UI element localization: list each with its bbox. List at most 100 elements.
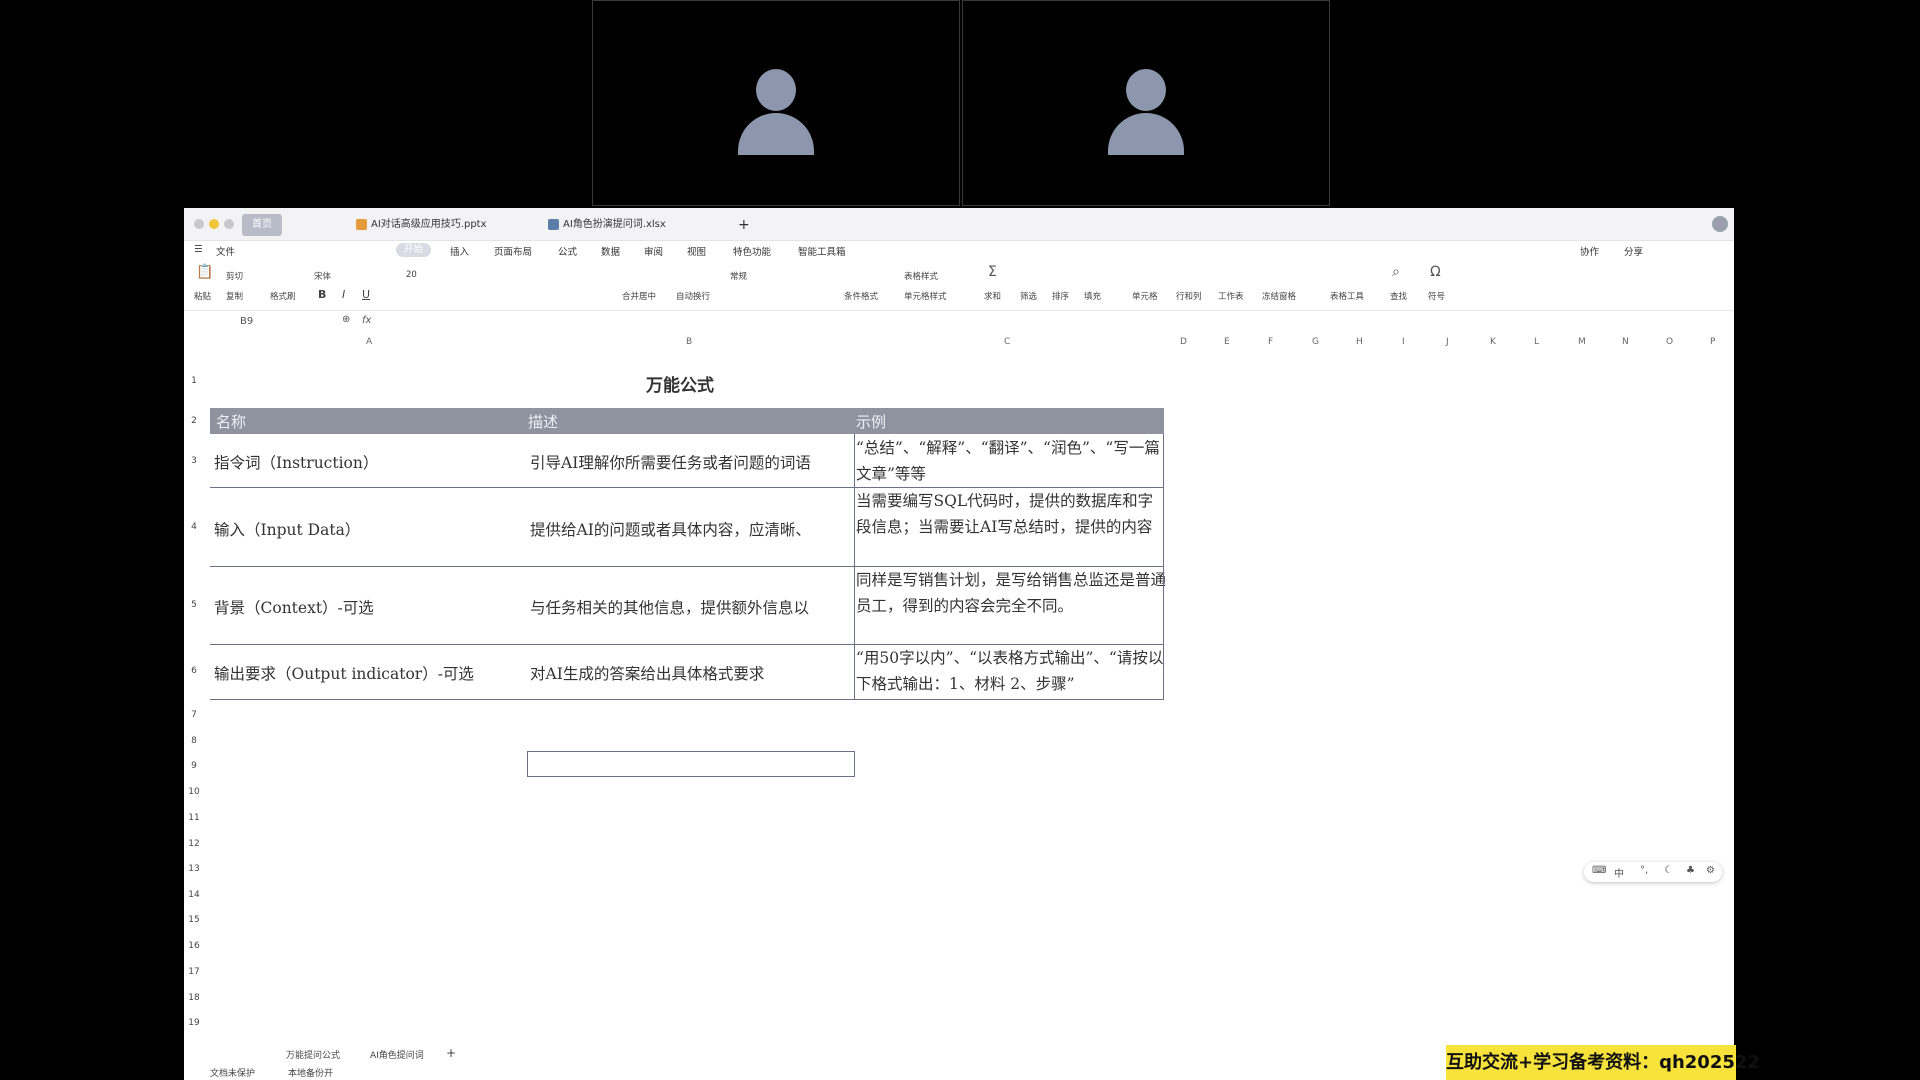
font-size-select[interactable]: 20	[406, 270, 417, 280]
column-header-A[interactable]: A	[366, 337, 372, 347]
row-number[interactable]: 14	[184, 890, 204, 900]
close-window-button[interactable]	[194, 219, 204, 229]
header-description[interactable]: 描述	[528, 411, 558, 432]
table-style-button[interactable]: 表格样式	[904, 270, 938, 282]
menu-collab[interactable]: 协作	[1580, 244, 1599, 258]
settings-icon[interactable]: ⚙	[1706, 865, 1715, 876]
sort-button[interactable]: 排序	[1052, 290, 1069, 302]
row-number[interactable]: 10	[184, 787, 204, 797]
merge-center-button[interactable]: 合并居中	[622, 290, 656, 302]
format-painter-button[interactable]: 格式刷	[270, 290, 296, 302]
column-header-N[interactable]: N	[1622, 337, 1629, 347]
column-header-F[interactable]: F	[1268, 337, 1273, 347]
underline-button[interactable]: U	[362, 288, 370, 301]
row-number[interactable]: 8	[184, 736, 204, 746]
file-tab-pptx[interactable]: AI对话高级应用技巧.pptx	[356, 214, 487, 236]
zoom-icon[interactable]: ⊕	[342, 314, 350, 325]
conditional-format-button[interactable]: 条件格式	[844, 290, 878, 302]
find-button[interactable]: 查找	[1390, 290, 1407, 302]
row-number[interactable]: 11	[184, 813, 204, 823]
menu-data[interactable]: 数据	[601, 244, 620, 258]
menu-page-layout[interactable]: 页面布局	[494, 244, 532, 258]
row-number[interactable]: 1	[184, 376, 204, 386]
sum-icon[interactable]: Σ	[988, 264, 997, 280]
row-number[interactable]: 18	[184, 993, 204, 1003]
menu-start[interactable]: 开始	[396, 243, 432, 257]
symbol-button[interactable]: 符号	[1428, 290, 1445, 302]
cells-button[interactable]: 单元格	[1132, 290, 1158, 302]
home-tab[interactable]: 首页	[242, 214, 282, 236]
row-number[interactable]: 9	[184, 761, 204, 771]
bold-button[interactable]: B	[318, 288, 326, 301]
menu-insert[interactable]: 插入	[450, 244, 469, 258]
row-number[interactable]: 19	[184, 1018, 204, 1028]
cell-description[interactable]: 引导AI理解你所需要任务或者问题的词语	[530, 451, 854, 473]
row-number[interactable]: 13	[184, 864, 204, 874]
skin-icon[interactable]: ♣	[1686, 865, 1695, 876]
menu-special[interactable]: 特色功能	[733, 244, 771, 258]
column-header-G[interactable]: G	[1312, 337, 1319, 347]
header-name[interactable]: 名称	[216, 411, 246, 432]
row-number[interactable]: 17	[184, 967, 204, 977]
copy-button[interactable]: 复制	[226, 290, 243, 302]
paste-label[interactable]: 粘贴	[194, 290, 211, 302]
moon-icon[interactable]: ☾	[1664, 865, 1673, 876]
fill-button[interactable]: 填充	[1084, 290, 1101, 302]
cell-description[interactable]: 提供给AI的问题或者具体内容，应清晰、	[530, 518, 854, 540]
add-sheet-button[interactable]: +	[446, 1046, 456, 1060]
cut-button[interactable]: 剪切	[226, 270, 243, 282]
ime-chinese-button[interactable]: 中	[1614, 865, 1624, 880]
filter-button[interactable]: 筛选	[1020, 290, 1037, 302]
sum-button[interactable]: 求和	[984, 290, 1001, 302]
menu-file[interactable]: 文件	[216, 244, 235, 258]
selected-cell-B9[interactable]	[527, 751, 855, 777]
file-tab-xlsx[interactable]: AI角色扮演提问词.xlsx	[548, 214, 666, 236]
punctuation-icon[interactable]: °,	[1640, 865, 1648, 876]
row-number[interactable]: 6	[184, 666, 204, 676]
rows-cols-button[interactable]: 行和列	[1176, 290, 1202, 302]
cell-example[interactable]: 当需要编写SQL代码时，提供的数据库和字段信息；当需要让AI写总结时，提供的内容	[856, 488, 1166, 540]
menu-smart-toolbox[interactable]: 智能工具箱	[798, 244, 846, 258]
row-number[interactable]: 3	[184, 456, 204, 466]
menu-formula[interactable]: 公式	[558, 244, 577, 258]
column-header-O[interactable]: O	[1666, 337, 1673, 347]
omega-icon[interactable]: Ω	[1430, 264, 1441, 280]
menu-review[interactable]: 审阅	[644, 244, 663, 258]
row-number[interactable]: 2	[184, 416, 204, 426]
cell-example[interactable]: 同样是写销售计划，是写给销售总监还是普通员工，得到的内容会完全不同。	[856, 567, 1166, 619]
sheet-title[interactable]: 万能公式	[646, 371, 714, 396]
column-header-M[interactable]: M	[1578, 337, 1586, 347]
row-number[interactable]: 7	[184, 710, 204, 720]
row-number[interactable]: 15	[184, 915, 204, 925]
column-header-I[interactable]: I	[1402, 337, 1405, 347]
italic-button[interactable]: I	[342, 288, 345, 301]
cell-description[interactable]: 与任务相关的其他信息，提供额外信息以	[530, 596, 854, 618]
column-header-K[interactable]: K	[1490, 337, 1496, 347]
minimize-window-button[interactable]	[209, 219, 219, 229]
column-header-H[interactable]: H	[1356, 337, 1363, 347]
cell-name[interactable]: 输入（Input Data）	[214, 518, 360, 540]
font-select[interactable]: 宋体	[314, 270, 331, 282]
keyboard-icon[interactable]: ⌨	[1592, 865, 1606, 876]
cell-name[interactable]: 背景（Context）-可选	[214, 596, 374, 618]
row-number[interactable]: 5	[184, 600, 204, 610]
search-icon[interactable]: ⌕	[1392, 264, 1400, 280]
menu-share[interactable]: 分享	[1624, 244, 1643, 258]
fx-icon[interactable]: fx	[362, 315, 371, 326]
name-box[interactable]: B9	[240, 316, 253, 327]
row-number[interactable]: 4	[184, 522, 204, 532]
sheet-tab-2[interactable]: AI角色提问词	[370, 1048, 424, 1061]
freeze-panes-button[interactable]: 冻结窗格	[1262, 290, 1296, 302]
column-header-D[interactable]: D	[1180, 337, 1187, 347]
local-backup-status[interactable]: 本地备份开	[288, 1066, 333, 1079]
avatar[interactable]	[1712, 216, 1728, 232]
hamburger-icon[interactable]: ☰	[194, 244, 203, 255]
header-example[interactable]: 示例	[856, 411, 886, 432]
worksheet-button[interactable]: 工作表	[1218, 290, 1244, 302]
row-number[interactable]: 12	[184, 839, 204, 849]
column-header-L[interactable]: L	[1534, 337, 1539, 347]
menu-view[interactable]: 视图	[687, 244, 706, 258]
cell-description[interactable]: 对AI生成的答案给出具体格式要求	[530, 662, 854, 684]
column-header-E[interactable]: E	[1224, 337, 1230, 347]
sheet-tab-1[interactable]: 万能提问公式	[286, 1048, 340, 1061]
